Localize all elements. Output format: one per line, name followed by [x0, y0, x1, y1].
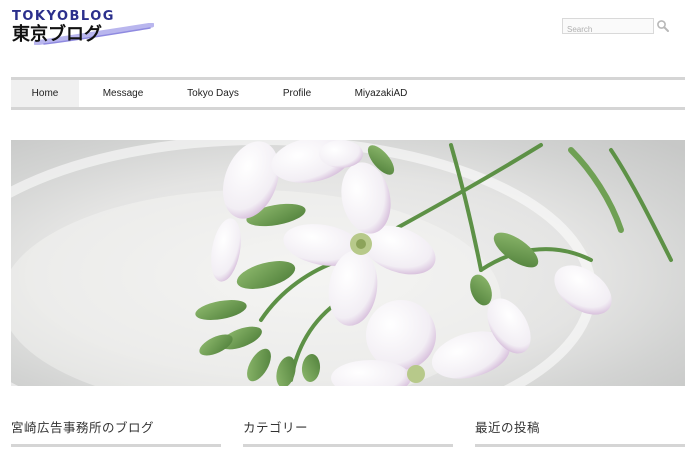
- widget-divider: [11, 444, 221, 447]
- nav-item-miyazakiad[interactable]: MiyazakiAD: [345, 80, 417, 107]
- nav-item-tokyo-days[interactable]: Tokyo Days: [177, 80, 249, 107]
- nav-item-profile[interactable]: Profile: [269, 80, 325, 107]
- widget-blog: 宮崎広告事務所のブログ: [11, 420, 221, 447]
- widget-categories: カテゴリー: [243, 420, 453, 447]
- logo-wordmark-english: TOKYOBLOG: [12, 9, 115, 24]
- widget-divider: [243, 444, 453, 447]
- widget-divider: [475, 444, 685, 447]
- main-nav: Home Message Tokyo Days Profile Miyazaki…: [11, 77, 685, 110]
- search-icon[interactable]: [656, 19, 670, 33]
- widget-recent-posts: 最近の投稿: [475, 420, 685, 447]
- search-input[interactable]: [563, 22, 653, 37]
- nav-item-home[interactable]: Home: [11, 80, 79, 107]
- logo-wordmark-japanese: 東京ブログ: [12, 24, 102, 45]
- widget-title-categories: カテゴリー: [243, 421, 309, 435]
- widget-title-recent-posts: 最近の投稿: [475, 421, 541, 435]
- widget-title-blog: 宮崎広告事務所のブログ: [11, 421, 155, 435]
- nav-item-message[interactable]: Message: [89, 80, 157, 107]
- search-box: [562, 18, 654, 37]
- hero-image: [11, 140, 685, 386]
- site-logo[interactable]: TOKYOBLOG 東京ブログ: [12, 9, 154, 46]
